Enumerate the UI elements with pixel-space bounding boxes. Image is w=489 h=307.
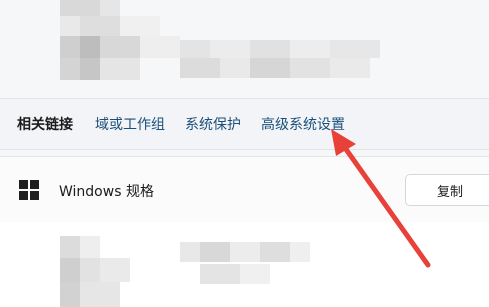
annotation-arrow xyxy=(331,129,431,268)
